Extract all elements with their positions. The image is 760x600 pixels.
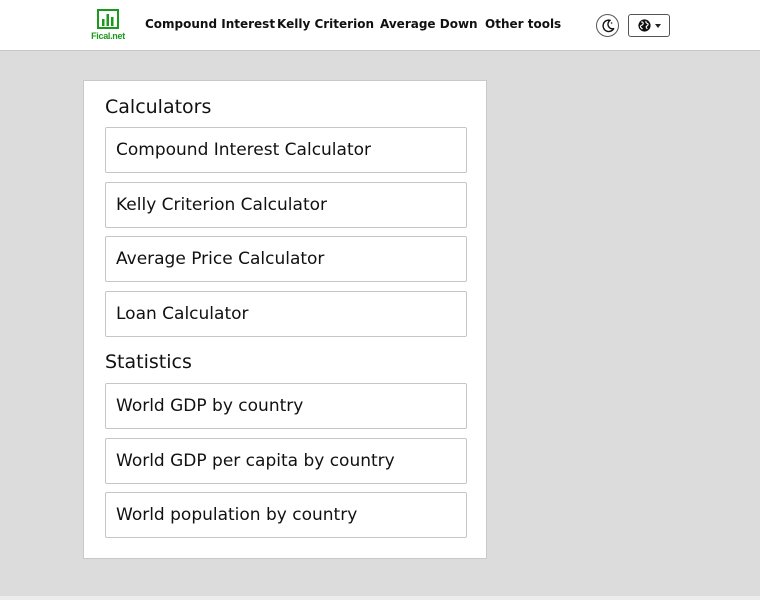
theme-toggle-button[interactable] [596,14,619,37]
section-title-statistics: Statistics [105,351,192,373]
list-item-average-price-calculator[interactable]: Average Price Calculator [105,236,467,282]
chevron-down-icon [654,23,661,28]
language-dropdown-button[interactable] [628,14,670,37]
nav-link-other-tools[interactable]: Other tools [485,16,561,32]
tools-card: Calculators Compound Interest Calculator… [83,80,487,559]
list-item-kelly-criterion-calculator[interactable]: Kelly Criterion Calculator [105,182,467,228]
list-item-loan-calculator[interactable]: Loan Calculator [105,291,467,337]
section-title-calculators: Calculators [105,96,212,118]
top-navbar: Fical.net Compound Interest Kelly Criter… [0,0,760,51]
moon-icon [601,18,614,32]
brand-name: Fical.net [91,31,125,41]
list-item-world-gdp-per-capita[interactable]: World GDP per capita by country [105,438,467,484]
list-item-world-gdp-by-country[interactable]: World GDP by country [105,383,467,429]
nav-link-average-down[interactable]: Average Down [380,16,478,32]
footer-edge [0,596,760,600]
list-item-compound-interest-calculator[interactable]: Compound Interest Calculator [105,127,467,173]
nav-link-kelly-criterion[interactable]: Kelly Criterion [277,16,374,32]
bar-chart-logo-icon [97,9,119,29]
nav-link-compound-interest[interactable]: Compound Interest [145,16,275,32]
brand-logo-link[interactable]: Fical.net [89,9,127,43]
globe-icon [637,19,651,32]
list-item-world-population[interactable]: World population by country [105,492,467,538]
